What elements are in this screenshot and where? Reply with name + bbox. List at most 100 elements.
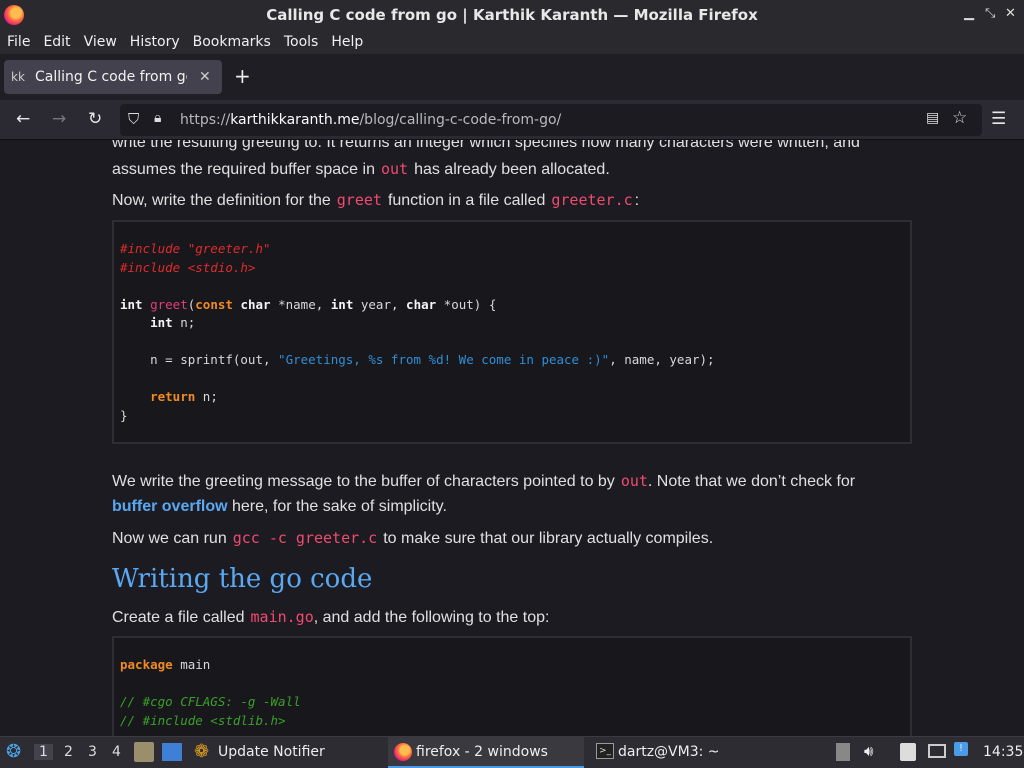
code-token: "Greetings, %s from %d! We come in peace… <box>278 352 610 367</box>
firefox-task[interactable]: firefox - 2 windows <box>388 737 584 768</box>
code-line: // #include <stdlib.h> <box>120 712 286 728</box>
code-text: package main // #cgo CFLAGS: -g -Wall //… <box>114 638 910 730</box>
tab-calling-c-code[interactable]: kk Calling C code from go ✕ <box>4 60 222 94</box>
clipboard-icon[interactable] <box>836 743 850 761</box>
section-heading: Writing the go code <box>112 564 373 594</box>
code-token: int <box>330 296 354 312</box>
text: function in a file called <box>387 192 546 209</box>
tab-favicon: kk <box>11 70 25 84</box>
text: We write the greeting message to the buf… <box>112 473 615 490</box>
code-token: n = sprintf(out, <box>120 352 279 367</box>
text: Create a file called <box>112 609 245 626</box>
close-window-icon[interactable]: ✕ <box>1005 6 1016 21</box>
code-token: char <box>240 296 271 312</box>
minimize-icon[interactable]: ▁ <box>964 6 974 21</box>
paragraph-line: Create a file called main.go, and add the… <box>112 604 912 631</box>
workspace-1[interactable]: 1 <box>34 744 53 760</box>
text: , and add the following to the top: <box>313 609 550 626</box>
firefox-task-label: firefox - 2 windows <box>416 744 548 760</box>
text: has already been allocated. <box>414 161 610 178</box>
code-token: n; <box>195 389 218 404</box>
clock[interactable]: 14:35 <box>983 744 1023 760</box>
text: assumes the required buffer space in <box>112 161 375 178</box>
inline-code: out <box>620 472 648 490</box>
menu-bookmarks[interactable]: Bookmarks <box>193 34 271 50</box>
menu-file[interactable]: File <box>7 34 30 50</box>
bookmark-star-icon[interactable]: ☆ <box>952 108 967 128</box>
buffer-overflow-link[interactable]: buffer overflow <box>112 498 228 515</box>
url-scheme: https:// <box>180 112 231 128</box>
paragraph-line: buffer overflow here, for the sake of si… <box>112 494 912 520</box>
firefox-logo-icon <box>4 5 24 25</box>
notes-icon[interactable] <box>900 743 916 761</box>
code-token: *name, <box>270 296 331 312</box>
paragraph-line: write the resulting greeting to. It retu… <box>112 140 860 151</box>
code-block-main-go[interactable]: package main // #cgo CFLAGS: -g -Wall //… <box>112 636 912 736</box>
url-path: /blog/calling-c-code-from-go/ <box>359 112 562 128</box>
menu-help[interactable]: Help <box>331 34 363 50</box>
menu-edit[interactable]: Edit <box>43 34 70 50</box>
inline-code: out <box>380 160 409 178</box>
paragraph-line: We write the greeting message to the buf… <box>112 468 912 495</box>
tab-close-icon[interactable]: ✕ <box>199 69 211 85</box>
back-arrow-icon[interactable]: ← <box>16 109 30 129</box>
text: : <box>634 192 640 209</box>
terminal-icon: >_ <box>596 743 614 759</box>
workspace-3[interactable]: 3 <box>88 744 97 760</box>
url-text[interactable]: https://karthikkaranth.me/blog/calling-c… <box>180 112 561 128</box>
taskbar: ❂ 1 2 3 4 ❁ Update Notifier firefox - 2 … <box>0 736 1024 768</box>
navigation-toolbar: ← → ↻ ⛉ 🔒︎ https://karthikkaranth.me/blo… <box>0 100 1024 140</box>
new-tab-plus-icon[interactable]: + <box>234 64 251 88</box>
update-notifier-task[interactable]: Update Notifier <box>218 744 325 760</box>
inline-code: greet <box>336 191 382 209</box>
start-menu-icon[interactable]: ❂ <box>6 741 21 762</box>
lock-icon[interactable]: 🔒︎ <box>154 110 161 126</box>
code-token: int <box>120 296 143 312</box>
text: Now we can run <box>112 530 227 547</box>
tab-label: Calling C code from go <box>35 69 187 85</box>
volume-icon[interactable]: 🔊︎ <box>864 742 873 760</box>
code-text: #include "greeter.h" #include <stdio.h> … <box>120 241 715 423</box>
window-titlebar: Calling C code from go | Karthik Karanth… <box>0 0 1024 30</box>
network-icon[interactable] <box>928 744 946 758</box>
terminal-task[interactable]: dartz@VM3: ~ <box>618 744 720 760</box>
code-line: #include <stdio.h> <box>120 259 256 275</box>
hamburger-menu-icon[interactable]: ☰ <box>991 109 1006 129</box>
reload-icon[interactable]: ↻ <box>88 109 102 129</box>
url-bar[interactable]: ⛉ 🔒︎ https://karthikkaranth.me/blog/call… <box>120 104 982 136</box>
text: Now, write the definition for the <box>112 192 331 209</box>
code-block-greeter-c[interactable]: #include "greeter.h" #include <stdio.h> … <box>112 220 912 444</box>
menu-history[interactable]: History <box>130 34 180 50</box>
inline-code: greeter.c <box>551 191 633 209</box>
code-line: } <box>120 407 128 423</box>
text: here, for the sake of simplicity. <box>227 498 447 515</box>
workspace-4[interactable]: 4 <box>112 744 121 760</box>
shield-icon[interactable]: ⛉ <box>128 110 139 128</box>
code-token: greet <box>150 296 188 312</box>
file-manager-icon[interactable] <box>134 742 154 762</box>
menu-view[interactable]: View <box>84 34 117 50</box>
paragraph-line: Now, write the definition for the greet fu… <box>112 187 912 214</box>
menu-tools[interactable]: Tools <box>284 34 319 50</box>
maximize-icon[interactable]: ⤡ <box>985 6 995 21</box>
inline-code: main.go <box>250 608 314 626</box>
code-token: char <box>406 296 437 312</box>
code-token: year, <box>353 296 407 312</box>
show-desktop-icon[interactable] <box>162 743 182 761</box>
page-content: write the resulting greeting to. It retu… <box>0 140 1024 736</box>
text: . Note that we don’t check for <box>647 473 856 490</box>
code-line: #include "greeter.h" <box>120 241 271 256</box>
code-token: package <box>120 657 173 672</box>
window-title: Calling C code from go | Karthik Karanth… <box>266 6 758 24</box>
workspace-2[interactable]: 2 <box>64 744 73 760</box>
code-token: int <box>150 315 173 330</box>
reader-view-icon[interactable]: ▤ <box>926 110 939 126</box>
url-host: karthikkaranth.me <box>230 112 360 128</box>
code-token: *out) { <box>436 296 497 312</box>
code-token: main <box>172 657 211 672</box>
code-token: , name, year); <box>609 352 715 367</box>
firefox-task-icon <box>394 743 412 761</box>
info-notification-icon[interactable]: ! <box>954 742 968 756</box>
inline-code: gcc -c greeter.c <box>232 529 378 547</box>
forward-arrow-icon[interactable]: → <box>52 109 66 129</box>
